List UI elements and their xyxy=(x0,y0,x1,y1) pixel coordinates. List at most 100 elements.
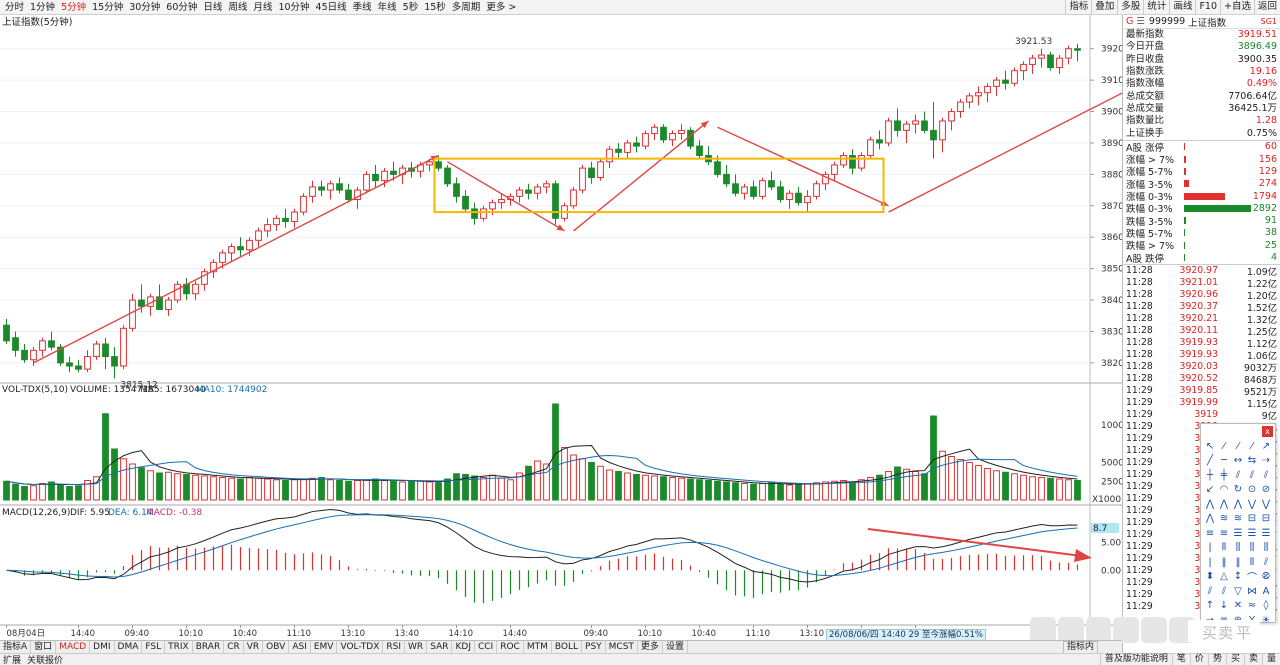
flat-button[interactable]: 平 xyxy=(1236,622,1251,643)
status-item[interactable]: 普及版功能说明 xyxy=(1099,654,1172,665)
indicator-tab[interactable]: 指标A xyxy=(0,641,32,653)
indicator-tab[interactable]: MTM xyxy=(524,641,552,653)
period-tab[interactable]: 5秒 xyxy=(400,0,422,15)
draw-tool-icon[interactable]: ⊙ xyxy=(1245,483,1259,498)
draw-tool-icon[interactable]: △ xyxy=(1217,570,1231,585)
draw-tool-icon[interactable]: ↗ xyxy=(1259,439,1273,454)
toolbar-button[interactable]: 返回 xyxy=(1253,0,1280,15)
draw-tool-icon[interactable]: ⊟ xyxy=(1259,512,1273,527)
draw-tool-icon[interactable]: ⁄ xyxy=(1231,439,1245,454)
period-tab[interactable]: 1分钟 xyxy=(27,0,58,15)
toolbar-button[interactable]: 画线 xyxy=(1169,0,1195,15)
indicator-tab[interactable]: MCST xyxy=(606,641,638,653)
draw-tool-icon[interactable]: ─ xyxy=(1217,454,1231,469)
draw-tool-icon[interactable]: ⬍ xyxy=(1203,570,1217,585)
draw-tool-icon[interactable]: ⦼ xyxy=(1259,570,1273,585)
related-quote-button[interactable]: 关联报价 xyxy=(24,653,66,665)
draw-tool-icon[interactable]: ⇢ xyxy=(1259,454,1273,469)
indicator-tab[interactable]: 设置 xyxy=(663,641,688,653)
toolbar-button[interactable]: 叠加 xyxy=(1091,0,1117,15)
indicator-tab[interactable]: ASI xyxy=(289,641,311,653)
draw-tool-icon[interactable]: ⫼ xyxy=(1231,541,1245,556)
toolbar-button[interactable]: 指标 xyxy=(1065,0,1091,15)
draw-tool-icon[interactable]: ⫽ xyxy=(1203,584,1217,599)
draw-tool-icon[interactable]: ⫽ xyxy=(1259,468,1273,483)
period-tab[interactable]: 10分钟 xyxy=(275,0,312,15)
period-tab[interactable]: 60分钟 xyxy=(163,0,200,15)
status-item[interactable]: 价 xyxy=(1189,654,1208,665)
draw-tool-icon[interactable]: ⁄ xyxy=(1217,439,1231,454)
draw-tool-icon[interactable]: ▽ xyxy=(1231,584,1245,599)
toolbar-button[interactable]: 统计 xyxy=(1143,0,1169,15)
indicator-tab[interactable]: FSL xyxy=(142,641,166,653)
toolbar-button[interactable]: F10 xyxy=(1195,0,1220,15)
status-item[interactable]: 买 xyxy=(1225,654,1244,665)
period-tab[interactable]: 周线 xyxy=(225,0,250,15)
close-icon[interactable]: x xyxy=(1262,426,1273,437)
draw-tool-icon[interactable]: ⋈ xyxy=(1245,584,1259,599)
menu-icon[interactable]: ☰ xyxy=(1136,16,1145,27)
draw-tool-icon[interactable]: ◊ xyxy=(1259,599,1273,614)
indicator-tab[interactable]: SAR xyxy=(427,641,453,653)
period-tab[interactable]: 日线 xyxy=(200,0,225,15)
indicator-tab[interactable]: MACD xyxy=(56,641,91,653)
period-tab[interactable]: 5分钟 xyxy=(58,0,89,15)
period-tab[interactable]: 45日线 xyxy=(313,0,350,15)
candlestick-chart[interactable]: 3920 3910 3900 3890 3880 3870 3860 3850 3840 3830… xyxy=(0,15,1122,640)
draw-tool-icon[interactable]: ⫼ xyxy=(1245,541,1259,556)
indicator-tab[interactable]: BRAR xyxy=(193,641,225,653)
draw-tool-icon[interactable]: ⋀ xyxy=(1203,497,1217,512)
indicator-tab[interactable]: DMA xyxy=(115,641,143,653)
period-tab[interactable]: 30分钟 xyxy=(126,0,163,15)
toolbar-button[interactable]: +自选 xyxy=(1220,0,1254,15)
draw-tool-icon[interactable]: | xyxy=(1203,555,1217,570)
draw-tool-icon[interactable]: ⊟ xyxy=(1245,512,1259,527)
expand-button[interactable]: 扩展 xyxy=(0,653,24,665)
status-item[interactable]: 量 xyxy=(1261,654,1280,665)
draw-tool-icon[interactable]: ╪ xyxy=(1217,468,1231,483)
draw-tool-icon[interactable]: ⋁ xyxy=(1245,497,1259,512)
draw-tool-icon[interactable]: ⇆ xyxy=(1245,454,1259,469)
draw-tool-icon[interactable]: | xyxy=(1203,541,1217,556)
draw-tool-icon[interactable]: ≋ xyxy=(1217,512,1231,527)
draw-tool-icon[interactable]: ↙ xyxy=(1203,483,1217,498)
draw-tool-icon[interactable]: ↖ xyxy=(1203,439,1217,454)
period-tab[interactable]: 年线 xyxy=(375,0,400,15)
draw-tool-icon[interactable]: ⫴ xyxy=(1245,555,1259,570)
indicator-tab[interactable]: BOLL xyxy=(552,641,583,653)
draw-tool-icon[interactable]: ╱ xyxy=(1203,454,1217,469)
draw-tool-icon[interactable]: ⫽ xyxy=(1217,584,1231,599)
draw-tool-icon[interactable]: ⫽ xyxy=(1231,468,1245,483)
period-tab[interactable]: 季线 xyxy=(350,0,375,15)
draw-tool-icon[interactable]: ⋀ xyxy=(1217,497,1231,512)
indicator-tab[interactable]: PSY xyxy=(582,641,606,653)
draw-tool-icon[interactable]: ≡ xyxy=(1217,526,1231,541)
period-tab[interactable]: 月线 xyxy=(250,0,275,15)
draw-tool-icon[interactable]: ≡ xyxy=(1203,526,1217,541)
period-tab[interactable]: 分时 xyxy=(2,0,27,15)
draw-tool-icon[interactable]: ↑ xyxy=(1203,599,1217,614)
draw-tool-icon[interactable]: ‖ xyxy=(1231,555,1245,570)
sell-button[interactable]: 卖 xyxy=(1218,622,1233,643)
indicator-tab[interactable]: 更多 xyxy=(638,641,663,653)
draw-tool-icon[interactable]: ⋀ xyxy=(1231,497,1245,512)
draw-tool-icon[interactable]: ☰ xyxy=(1245,526,1259,541)
toolbar-button[interactable]: 多股 xyxy=(1117,0,1143,15)
period-tab[interactable]: 15分钟 xyxy=(89,0,126,15)
draw-tool-icon[interactable]: ⁄ xyxy=(1245,439,1259,454)
indicator-tab[interactable]: OBV xyxy=(263,641,290,653)
indicator-tab[interactable]: VOL-TDX xyxy=(337,641,384,653)
period-tab[interactable]: 15秒 xyxy=(421,0,449,15)
draw-tool-icon[interactable]: ✕ xyxy=(1231,599,1245,614)
draw-tool-icon[interactable]: ⊘ xyxy=(1259,483,1273,498)
draw-tool-icon[interactable]: ⫽ xyxy=(1259,555,1273,570)
draw-tool-icon[interactable]: ☀ xyxy=(1259,613,1273,628)
indicator-tab[interactable]: TRIX xyxy=(165,641,193,653)
draw-tool-icon[interactable]: ≈ xyxy=(1245,599,1259,614)
status-item[interactable]: 势 xyxy=(1207,654,1226,665)
chart-area[interactable]: 3920 3910 3900 3890 3880 3870 3860 3850 3840 3830… xyxy=(0,15,1122,640)
draw-tool-icon[interactable]: ↻ xyxy=(1231,483,1245,498)
draw-tool-icon[interactable]: ↓ xyxy=(1217,599,1231,614)
draw-tool-icon[interactable]: ◠ xyxy=(1217,483,1231,498)
draw-tool-icon[interactable]: ⋀ xyxy=(1203,512,1217,527)
